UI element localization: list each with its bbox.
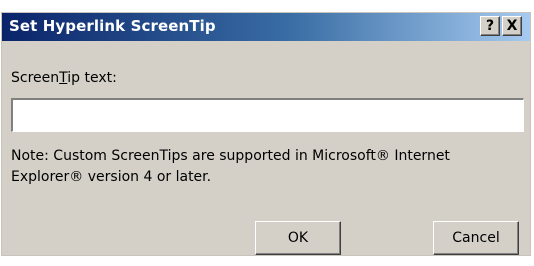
label-part-1: Screen	[11, 70, 60, 86]
close-button[interactable]: X	[502, 16, 522, 36]
cancel-button[interactable]: Cancel	[433, 221, 519, 255]
help-button[interactable]: ?	[480, 16, 500, 36]
support-note: Note: Custom ScreenTips are supported in…	[11, 148, 450, 185]
title-bar[interactable]: Set Hyperlink ScreenTip ? X	[2, 13, 530, 41]
dialog-title: Set Hyperlink ScreenTip	[9, 17, 216, 35]
label-part-2: ip text:	[67, 70, 117, 86]
close-icon: X	[506, 18, 518, 34]
screentip-text-input[interactable]	[11, 98, 524, 132]
ok-button[interactable]: OK	[255, 221, 341, 255]
question-mark-icon: ?	[485, 18, 495, 34]
set-hyperlink-screentip-dialog: Set Hyperlink ScreenTip ? X ScreenTip te…	[1, 12, 531, 256]
screentip-text-label: ScreenTip text:	[11, 70, 117, 86]
